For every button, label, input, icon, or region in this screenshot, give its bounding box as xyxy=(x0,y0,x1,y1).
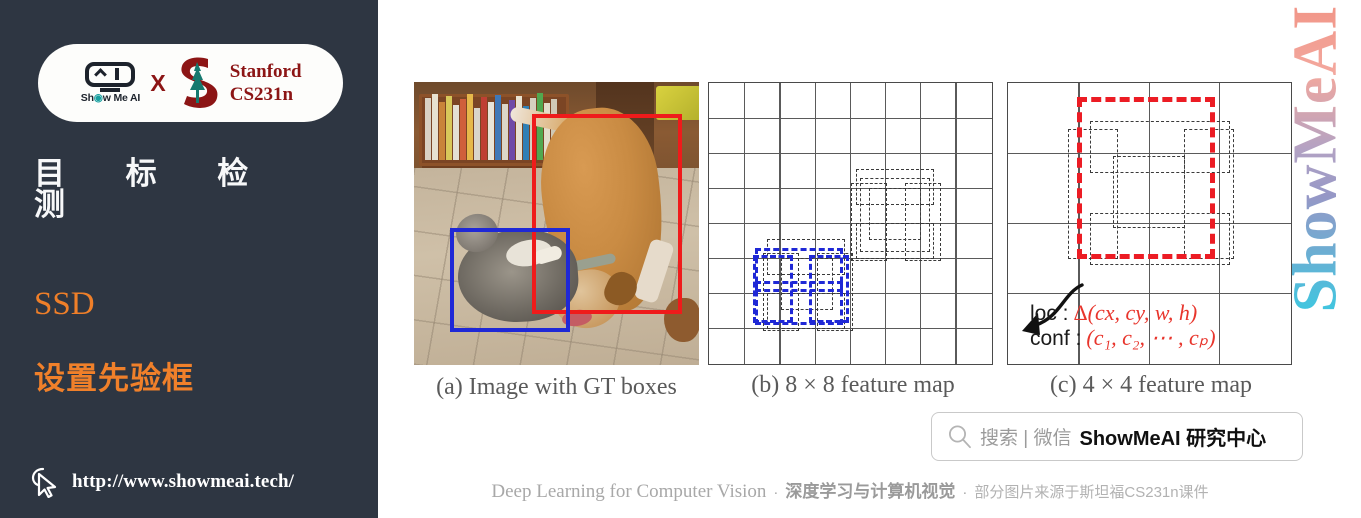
sidebar: Sh◉w Me AI X Stanford CS231n 目 标 检 测 SSD… xyxy=(0,0,378,518)
footer-english: Deep Learning for Computer Vision xyxy=(491,481,767,502)
stanford-cardinal-s-icon xyxy=(175,55,221,111)
dog-cat-photo xyxy=(414,82,699,365)
site-url-text: http://www.showmeai.tech/ xyxy=(72,471,295,492)
footer-chinese-small: 部分图片来源于斯坦福CS231n课件 xyxy=(974,484,1209,501)
search-hint-text: 搜索 | 微信 xyxy=(980,428,1072,449)
matched-default-box-cat-tall-right xyxy=(809,255,849,323)
chapter-title: 目 标 检 测 xyxy=(34,156,275,222)
showmeai-logo-text: Sh◉w Me AI xyxy=(80,92,141,105)
stanford-course-label: Stanford CS231n xyxy=(230,60,302,106)
topic-title: 设置先验框 xyxy=(34,361,194,396)
ssd-default-box-figure: (a) Image with GT boxes (b) 8 × 8 featur… xyxy=(400,74,1300,400)
showmeai-robot-icon xyxy=(85,62,136,92)
section-label: SSD xyxy=(34,286,95,322)
feature-map-grid-8x8 xyxy=(708,82,993,365)
loc-value: Δ(cx, cy, w, h) xyxy=(1073,300,1198,325)
cursor-pointer-icon xyxy=(31,467,57,498)
search-brand-text: ShowMeAI 研究中心 xyxy=(1079,428,1267,450)
figure-panel-b: (b) 8 × 8 feature map xyxy=(708,74,998,398)
prediction-formula: loc : Δ(cx, cy, w, h) conf : (c₁, c₂, ⋯ … xyxy=(1030,301,1294,350)
site-url-row[interactable]: http://www.showmeai.tech/ xyxy=(30,466,294,498)
default-box-tall-dog-right xyxy=(905,183,941,261)
formula-row-loc: loc : Δ(cx, cy, w, h) xyxy=(1030,301,1294,326)
slide-canvas: Sh◉w Me AI X Stanford CS231n 目 标 检 测 SSD… xyxy=(0,0,1361,518)
partnership-cross-label: X xyxy=(150,69,166,96)
cat-gt-box xyxy=(450,228,570,332)
slide-footer: Deep Learning for Computer Vision · 深度学习… xyxy=(400,477,1300,503)
panel-a-caption: (a) Image with GT boxes xyxy=(436,374,677,400)
footer-chinese-bold: 深度学习与计算机视觉 xyxy=(785,482,956,501)
footer-separator-2: · xyxy=(962,484,968,501)
stanford-line-1: Stanford xyxy=(229,60,302,82)
default-box-tall-dog-left xyxy=(851,183,887,261)
footer-separator-1: · xyxy=(773,484,779,501)
formula-row-conf: conf : (c₁, c₂, ⋯ , cₚ) xyxy=(1030,324,1294,351)
wechat-search-prompt[interactable]: 搜索 | 微信 ShowMeAI 研究中心 xyxy=(931,412,1303,461)
panel-c-caption: (c) 4 × 4 feature map xyxy=(1049,372,1253,398)
loc-label: loc : xyxy=(1030,302,1069,325)
showmeai-logo: Sh◉w Me AI xyxy=(79,62,141,104)
figure-panel-a: (a) Image with GT boxes xyxy=(414,74,699,400)
conf-value: (c₁, c₂, ⋯ , cₚ) xyxy=(1086,324,1216,350)
stanford-line-2: CS231n xyxy=(229,84,294,105)
search-magnifier-icon xyxy=(949,425,971,449)
feature-map-grid-4x4: loc : Δ(cx, cy, w, h) conf : (c₁, c₂, ⋯ … xyxy=(1007,82,1292,365)
panel-b-caption: (b) 8 × 8 feature map xyxy=(751,372,955,398)
figure-panel-c: loc : Δ(cx, cy, w, h) conf : (c₁, c₂, ⋯ … xyxy=(1007,74,1295,398)
conf-label: conf : xyxy=(1030,326,1082,350)
brand-partnership-badge: Sh◉w Me AI X Stanford CS231n xyxy=(38,44,343,122)
matched-default-box-dog xyxy=(1077,97,1215,259)
matched-default-box-cat-tall-left xyxy=(753,255,793,323)
